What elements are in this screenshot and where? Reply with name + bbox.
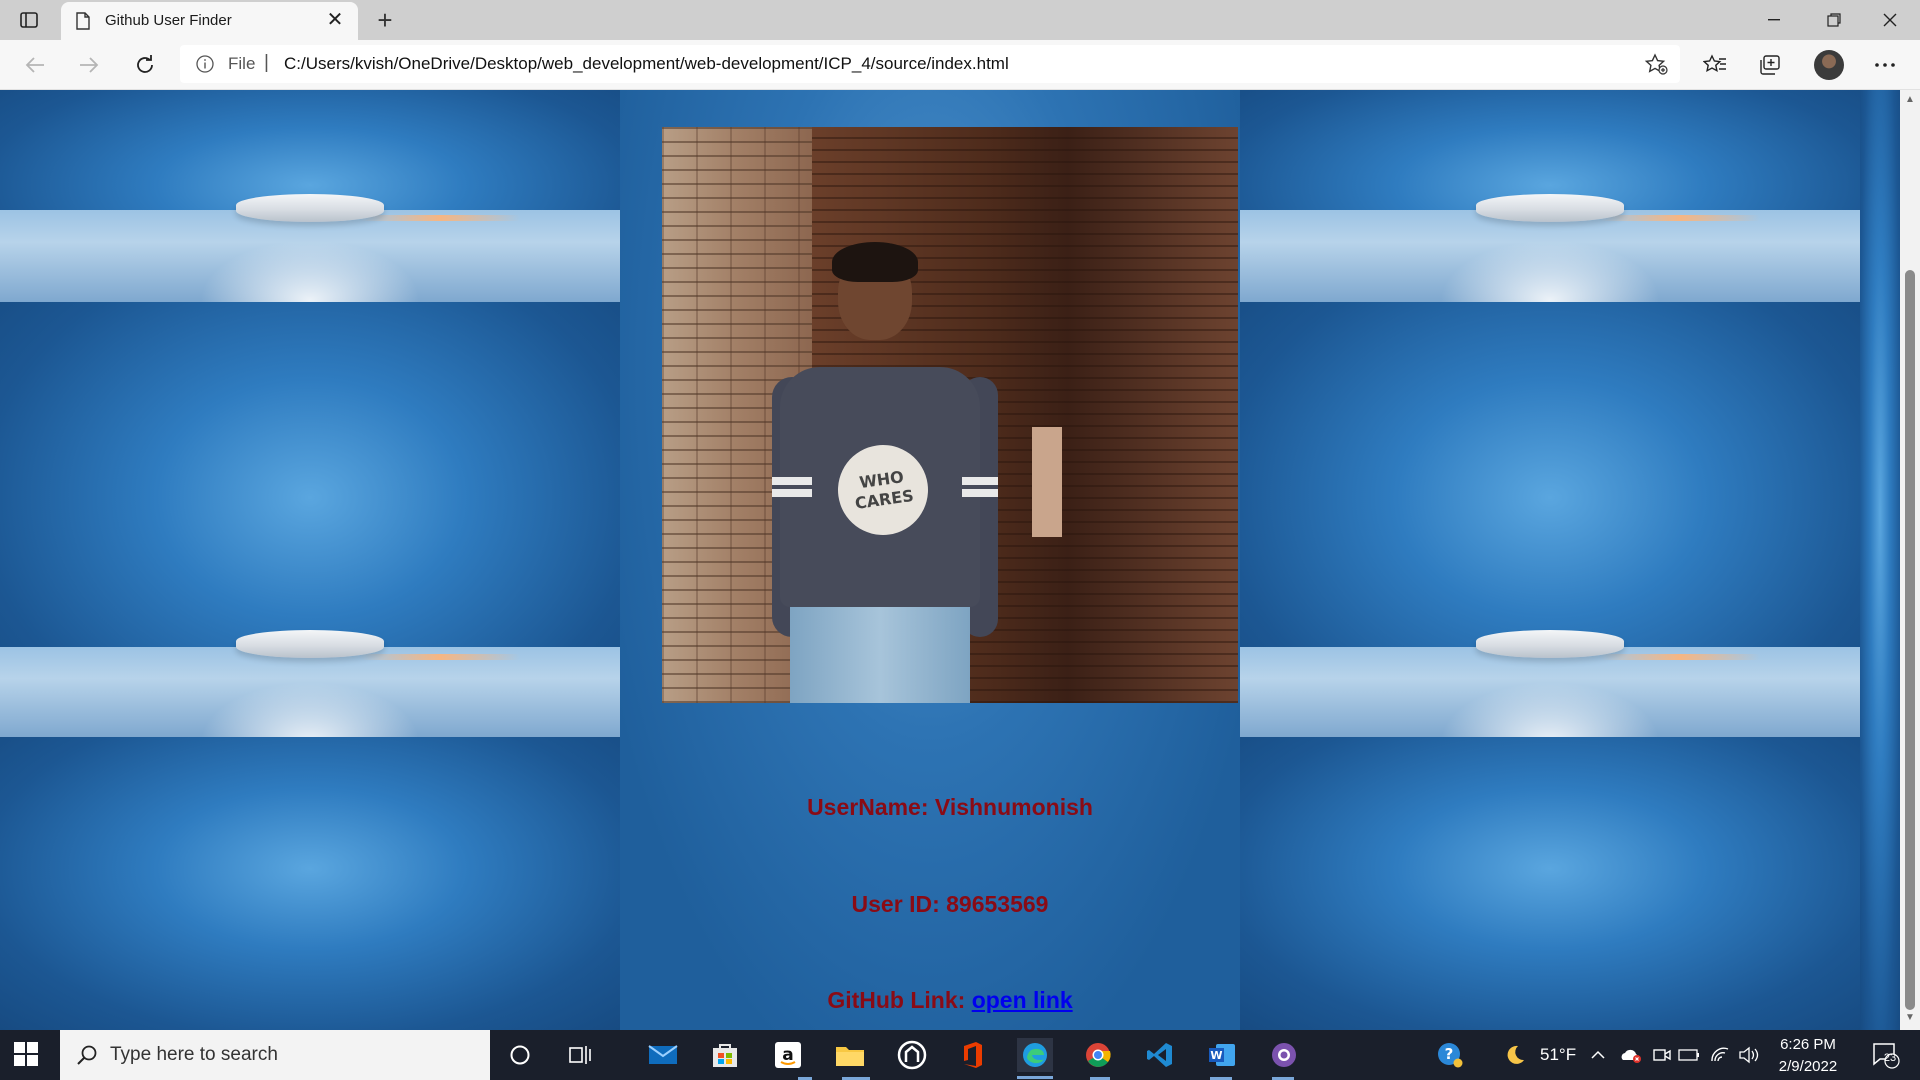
svg-text:W: W — [1210, 1049, 1222, 1062]
onedrive-icon[interactable] — [1618, 1038, 1644, 1072]
background-tile — [0, 302, 620, 737]
search-icon — [76, 1044, 98, 1066]
file-explorer-icon[interactable] — [832, 1038, 868, 1072]
tab-actions-icon[interactable] — [16, 8, 42, 32]
chrome-icon[interactable] — [1080, 1038, 1116, 1072]
active-app-indicator — [1017, 1076, 1053, 1079]
info-icon[interactable] — [196, 55, 214, 73]
close-tab-icon[interactable]: ✕ — [324, 9, 346, 31]
wifi-icon[interactable] — [1708, 1038, 1732, 1072]
background-tile — [1240, 90, 1860, 302]
tab-strip: Github User Finder ✕ + — [0, 0, 1920, 40]
weather-temperature[interactable]: 51°F — [1540, 1045, 1576, 1065]
notification-count: 23 — [1883, 1052, 1897, 1064]
mail-icon[interactable] — [645, 1038, 681, 1072]
open-link[interactable]: open link — [972, 987, 1073, 1013]
svg-text:?: ? — [1445, 1045, 1454, 1063]
task-view-icon[interactable] — [562, 1038, 598, 1072]
clock-date: 2/9/2022 — [1778, 1058, 1838, 1075]
amazon-icon[interactable]: a — [770, 1038, 806, 1072]
volume-icon[interactable] — [1736, 1038, 1762, 1072]
address-bar[interactable]: File | C:/Users/kvish/OneDrive/Desktop/w… — [180, 45, 1680, 83]
restore-button[interactable] — [1806, 4, 1862, 36]
ubuntu-icon[interactable] — [894, 1038, 930, 1072]
github-link-line: GitHub Link: open link — [620, 987, 1280, 1014]
url-scheme-label: File — [228, 54, 256, 73]
windows-start-icon[interactable] — [14, 1042, 38, 1066]
refresh-icon[interactable] — [128, 48, 162, 82]
file-icon — [75, 12, 91, 30]
scroll-down-arrow-icon[interactable]: ▼ — [1904, 1012, 1916, 1024]
weather-moon-icon[interactable] — [1496, 1038, 1532, 1072]
back-arrow-icon[interactable] — [18, 48, 52, 82]
background-tile — [0, 737, 620, 1030]
url-text[interactable]: C:/Users/kvish/OneDrive/Desktop/web_deve… — [284, 54, 1009, 74]
tab-title: Github User Finder — [105, 12, 232, 29]
minimize-button[interactable] — [1746, 4, 1802, 36]
add-favorite-icon[interactable] — [1644, 53, 1668, 75]
background-tile — [0, 90, 620, 302]
clock-time: 6:26 PM — [1780, 1036, 1836, 1053]
favorites-icon[interactable] — [1698, 48, 1732, 82]
scroll-up-arrow-icon[interactable]: ▲ — [1904, 94, 1916, 106]
store-icon[interactable] — [707, 1038, 743, 1072]
new-tab-button[interactable]: + — [370, 6, 400, 34]
help-icon[interactable]: ? — [1432, 1038, 1468, 1072]
scrollbar-thumb[interactable] — [1905, 270, 1915, 1010]
taskbar-search-box[interactable]: Type here to search — [60, 1030, 490, 1080]
github-link-label: GitHub Link: — [827, 987, 972, 1013]
browser-tab[interactable]: Github User Finder ✕ — [61, 2, 358, 40]
profile-avatar[interactable] — [1814, 50, 1844, 80]
user-avatar-photo: WHO CARES — [662, 127, 1238, 703]
search-placeholder: Type here to search — [110, 1044, 278, 1065]
notification-center-icon[interactable]: 23 — [1868, 1038, 1904, 1072]
page-viewport: WHO CARES UserName: Vishnumonish User ID… — [0, 90, 1900, 1030]
github-desktop-icon[interactable] — [1266, 1038, 1302, 1072]
word-icon[interactable]: W — [1204, 1038, 1240, 1072]
office-icon[interactable] — [955, 1038, 991, 1072]
url-separator: | — [264, 52, 269, 73]
background-tile — [1240, 737, 1860, 1030]
meet-now-icon[interactable] — [1650, 1038, 1674, 1072]
close-window-button[interactable] — [1862, 4, 1918, 36]
svg-text:a: a — [782, 1045, 793, 1065]
edge-icon[interactable] — [1017, 1038, 1053, 1072]
browser-toolbar: File | C:/Users/kvish/OneDrive/Desktop/w… — [0, 40, 1920, 90]
user-id-text: User ID: 89653569 — [851, 891, 1049, 917]
username-text: UserName: Vishnumonish — [807, 794, 1093, 820]
system-clock[interactable]: 6:26 PM 2/9/2022 — [1768, 1034, 1848, 1078]
battery-icon[interactable] — [1676, 1038, 1702, 1072]
collections-icon[interactable] — [1753, 48, 1787, 82]
forward-arrow-icon[interactable] — [72, 48, 106, 82]
vscode-icon[interactable] — [1142, 1038, 1178, 1072]
vertical-scrollbar[interactable]: ▲ ▼ — [1900, 90, 1920, 1030]
background-tile — [1240, 302, 1860, 737]
windows-taskbar: Type here to search a W ? 51°F 6:26 PM 2… — [0, 1030, 1920, 1080]
more-options-icon[interactable] — [1868, 48, 1902, 82]
chevron-up-icon[interactable] — [1586, 1038, 1610, 1072]
cortana-icon[interactable] — [502, 1038, 538, 1072]
background-tile — [1860, 90, 1900, 1030]
